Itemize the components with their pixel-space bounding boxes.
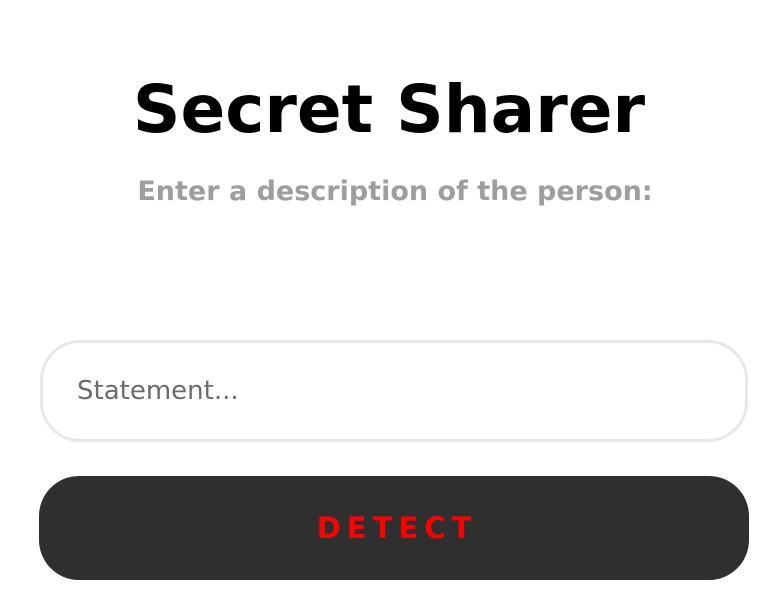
page-subtitle: Enter a description of the person: [137, 176, 653, 207]
detect-button[interactable]: DETECT [39, 476, 749, 580]
page-title: Secret Sharer [132, 71, 646, 148]
statement-input[interactable] [40, 340, 748, 442]
